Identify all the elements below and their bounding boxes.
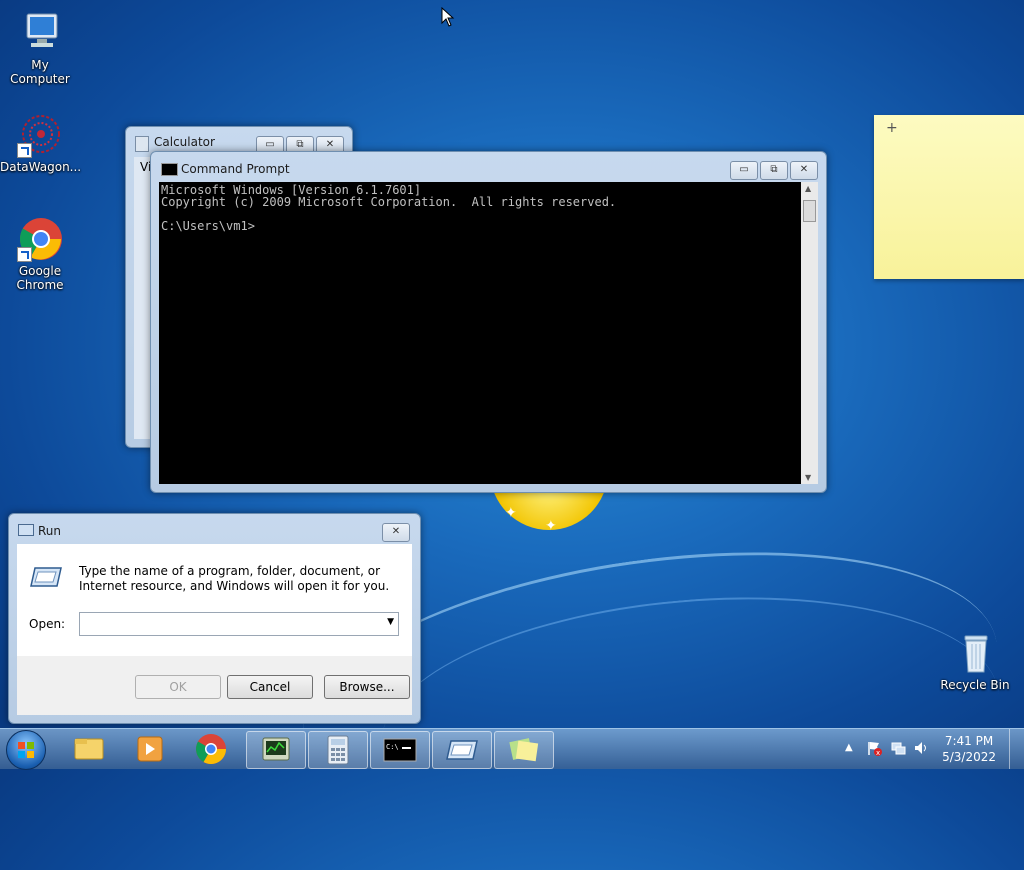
add-note-button[interactable]: +: [886, 120, 898, 136]
desktop-icon-google-chrome[interactable]: Google Chrome: [0, 216, 80, 292]
ok-button[interactable]: OK: [135, 675, 221, 699]
desktop-icon-datawagon[interactable]: DataWagon...: [0, 112, 82, 174]
open-combobox[interactable]: ▼: [79, 612, 399, 636]
scroll-up-icon[interactable]: ▲: [805, 184, 811, 193]
desktop-icon-label: Google Chrome: [16, 264, 64, 292]
sparkle-icon: ✦: [545, 518, 557, 534]
calculator-title: Calculator: [154, 135, 215, 149]
cursor-icon: [441, 7, 455, 27]
svg-text:x: x: [876, 749, 880, 756]
taskbar-media-player[interactable]: [121, 731, 179, 767]
show-hidden-icons-icon[interactable]: ▲: [845, 742, 853, 753]
chrome-icon: [17, 216, 63, 262]
close-button[interactable]: ✕: [382, 523, 410, 542]
run-content: Type the name of a program, folder, docu…: [17, 544, 412, 656]
run-body: Type the name of a program, folder, docu…: [17, 544, 412, 715]
media-player-icon: [137, 736, 163, 762]
desktop-icon-label: Recycle Bin: [940, 678, 1010, 692]
shortcut-arrow-icon: [17, 143, 32, 158]
action-center-flag-icon[interactable]: x: [866, 740, 882, 756]
desktop-icon-my-computer[interactable]: My Computer: [0, 10, 80, 86]
cmd-titlebar[interactable]: Command Prompt ▭ ⧉ ✕: [151, 152, 826, 182]
calculator-icon: [327, 735, 349, 765]
sparkle-icon: ✦: [505, 505, 517, 521]
folder-icon: [74, 738, 104, 760]
taskbar-explorer[interactable]: [60, 731, 118, 767]
open-input[interactable]: [82, 614, 376, 634]
maximize-button[interactable]: ⧉: [760, 161, 788, 180]
sticky-notes-icon: [509, 738, 539, 762]
open-label: Open:: [29, 617, 66, 631]
clock-date: 5/3/2022: [942, 750, 996, 764]
taskbar-sticky-notes[interactable]: [494, 731, 554, 769]
console-output: Microsoft Windows [Version 6.1.7601] Cop…: [161, 183, 617, 233]
run-titlebar[interactable]: Run ✕: [9, 514, 420, 544]
console-area[interactable]: Microsoft Windows [Version 6.1.7601] Cop…: [159, 182, 818, 484]
close-button[interactable]: ✕: [790, 161, 818, 180]
task-manager-icon: [262, 737, 290, 761]
run-program-icon: [446, 740, 478, 760]
scroll-down-icon[interactable]: ▼: [805, 473, 811, 482]
minimize-button[interactable]: ▭: [730, 161, 758, 180]
clock-time: 7:41 PM: [944, 734, 994, 748]
chrome-icon: [195, 734, 226, 765]
start-button[interactable]: [6, 730, 46, 770]
taskbar-run[interactable]: [432, 731, 492, 769]
run-title: Run: [38, 524, 62, 538]
shortcut-arrow-icon: [17, 247, 32, 262]
computer-icon: [17, 10, 63, 56]
cmd-title: Command Prompt: [181, 162, 290, 176]
taskbar-task-manager[interactable]: [246, 731, 306, 769]
svg-text:C:\: C:\: [386, 743, 399, 751]
desktop-icon-label: DataWagon...: [0, 160, 82, 174]
desktop-icon-label: My Computer: [10, 58, 70, 86]
taskbar-chrome[interactable]: [182, 731, 240, 767]
run-description: Type the name of a program, folder, docu…: [79, 564, 390, 593]
run-icon: [18, 524, 34, 536]
browse-button[interactable]: Browse...: [324, 675, 410, 699]
vertical-scrollbar[interactable]: ▲ ▼: [801, 182, 818, 484]
show-desktop-button[interactable]: [1009, 729, 1024, 769]
scrollbar-thumb[interactable]: [803, 200, 816, 222]
clock[interactable]: 7:41 PM 5/3/2022: [942, 733, 996, 765]
datawagon-icon: [17, 112, 63, 158]
windows-logo-icon: [18, 742, 34, 758]
taskbar-calculator[interactable]: [308, 731, 368, 769]
cancel-button[interactable]: Cancel: [227, 675, 313, 699]
run-dialog[interactable]: Run ✕ Type the name of a program, folder…: [8, 513, 421, 724]
recycle-bin-icon: [952, 630, 998, 676]
sticky-note[interactable]: +: [874, 115, 1024, 279]
desktop-icon-recycle-bin[interactable]: Recycle Bin: [935, 630, 1015, 692]
console-icon: C:\: [383, 738, 417, 762]
dropdown-arrow-icon[interactable]: ▼: [387, 617, 394, 627]
run-program-icon: [30, 567, 62, 587]
taskbar: C:\ ▲ x 7:41 PM 5/3/2022: [0, 728, 1024, 770]
calculator-icon: [135, 136, 149, 152]
console-icon: [161, 163, 178, 176]
network-icon[interactable]: [890, 740, 906, 756]
taskbar-command-prompt[interactable]: C:\: [370, 731, 430, 769]
volume-icon[interactable]: [913, 740, 929, 756]
command-prompt-window[interactable]: Command Prompt ▭ ⧉ ✕ Microsoft Windows […: [150, 151, 827, 493]
